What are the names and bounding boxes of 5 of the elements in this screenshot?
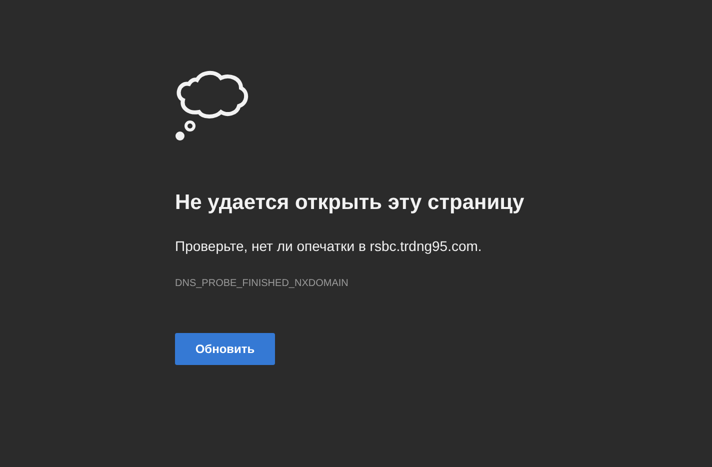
thought-bubble-icon: [175, 70, 249, 142]
reload-button[interactable]: Обновить: [175, 333, 275, 365]
error-title: Не удается открыть эту страницу: [175, 190, 524, 216]
error-code: DNS_PROBE_FINISHED_NXDOMAIN: [175, 277, 348, 291]
error-message: Проверьте, нет ли опечатки в rsbc.trdng95.com.: [175, 237, 482, 255]
